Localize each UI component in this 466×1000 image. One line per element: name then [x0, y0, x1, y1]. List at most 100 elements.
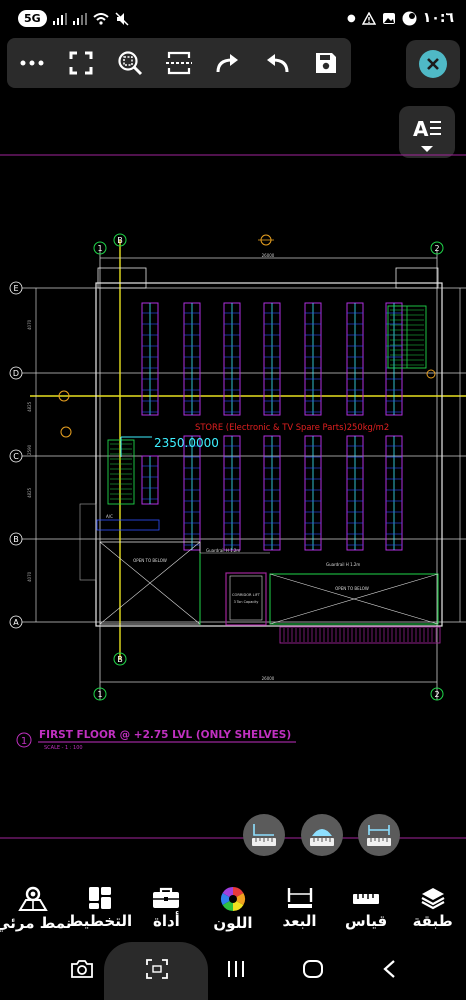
select-area-icon: [165, 51, 192, 75]
svg-text:OPEN TO BELOW: OPEN TO BELOW: [133, 558, 167, 563]
svg-text:3 Ton Capacity: 3 Ton Capacity: [234, 600, 259, 604]
grid-bubble: B: [113, 652, 127, 666]
save-button[interactable]: [309, 46, 343, 80]
measure-arc-icon: [310, 829, 334, 846]
svg-text:E: E: [13, 284, 18, 293]
svg-text:CORRIDOR LIFT: CORRIDOR LIFT: [232, 593, 261, 597]
grid-bubble: E: [9, 281, 23, 295]
svg-text:1: 1: [97, 244, 102, 253]
measure-arc-button[interactable]: [301, 814, 343, 856]
svg-text:OPEN TO BELOW: OPEN TO BELOW: [335, 586, 369, 591]
shelf-rack: [304, 435, 322, 551]
mute-icon: [115, 11, 129, 26]
open-to-below-1: OPEN TO BELOW: [99, 541, 201, 625]
left-dim: 4825: [27, 401, 32, 412]
zoom-icon: [118, 51, 142, 76]
svg-text:2: 2: [434, 244, 439, 253]
toolbar: [7, 38, 351, 88]
menu-visual-style[interactable]: نمط مرئي: [0, 886, 71, 932]
dimension-icon: [287, 888, 312, 908]
status-left: 5G: [18, 10, 129, 27]
layers-icon: [421, 888, 445, 910]
menu-layout[interactable]: التخطيط: [67, 886, 133, 930]
svg-text:D: D: [13, 369, 19, 378]
shelf-rack: [304, 302, 322, 416]
shelf-rack: [263, 302, 281, 416]
more-button[interactable]: [15, 46, 49, 80]
measure-length-button[interactable]: [358, 814, 400, 856]
shelf-rack: [346, 435, 364, 551]
shelf-rack: [346, 302, 364, 416]
redo-icon: [216, 54, 239, 73]
shelf-rack: [385, 435, 403, 551]
close-button[interactable]: [406, 40, 460, 88]
svg-text:2: 2: [434, 690, 439, 699]
measure-area-button[interactable]: [243, 814, 285, 856]
staircase: [107, 305, 427, 505]
shelf-rack: [141, 455, 159, 505]
title-number: 1: [21, 736, 27, 747]
status-right: ● ١٠:٦: [347, 10, 454, 26]
menu-label: التخطيط: [67, 912, 133, 930]
undo-icon: [267, 54, 289, 73]
grid-bubble: A: [9, 615, 23, 629]
ruler-icon: [353, 894, 380, 904]
signal-icon: [72, 12, 87, 25]
lift: CORRIDOR LIFT 3 Ton Capacity: [225, 572, 267, 626]
undo-button[interactable]: [260, 46, 294, 80]
grid-bubble: C: [9, 449, 23, 463]
menu-label: اللون: [213, 914, 253, 932]
redo-button[interactable]: [211, 46, 245, 80]
svg-text:B: B: [13, 535, 19, 544]
camera-icon[interactable]: [70, 958, 94, 980]
status-circle-icon: [402, 11, 417, 25]
grid-bubble: 2: [430, 687, 444, 701]
shelf-rack: [141, 302, 159, 416]
grid-bubble: 1: [93, 241, 107, 255]
grid-bubble: B: [113, 233, 127, 247]
menu-label: أداة: [152, 912, 180, 930]
balcony-hatch: [279, 626, 441, 644]
left-dim: 4070: [27, 571, 32, 582]
close-icon: [419, 50, 447, 78]
drawing-canvas[interactable]: 26000 26000 4070 4825 2590 4825 4070 E D…: [0, 90, 466, 880]
clock: ١٠:٦: [422, 10, 454, 26]
shelf-rack: [223, 435, 241, 551]
shelf-rack: [263, 435, 281, 551]
select-area-button[interactable]: [162, 46, 196, 80]
menu-dimension[interactable]: البعد: [269, 886, 331, 930]
zoom-button[interactable]: [113, 46, 147, 80]
store-label: STORE (Electronic & TV Spare Parts)250kg…: [195, 422, 389, 432]
measure-length-icon: [367, 825, 391, 846]
menu-measure[interactable]: قياس: [335, 886, 397, 930]
bottom-menu: طبقة قياس البعد اللون أداة التخطيط نمط م…: [0, 880, 466, 942]
menu-label: نمط مرئي: [0, 914, 72, 932]
menu-tool[interactable]: أداة: [135, 886, 197, 930]
visual-style-icon: [18, 886, 49, 911]
menu-label: قياس: [344, 912, 388, 930]
recents-icon[interactable]: [226, 958, 246, 980]
warning-icon: [361, 11, 376, 25]
svg-text:B: B: [117, 236, 123, 245]
back-icon[interactable]: [380, 958, 398, 980]
open-to-below-2: OPEN TO BELOW: [269, 573, 439, 625]
screen-capture-icon[interactable]: [145, 958, 169, 980]
grid-bubble: 1: [93, 687, 107, 701]
grid-bubble: 2: [430, 241, 444, 255]
wifi-icon: [93, 12, 109, 25]
signal-icon: [52, 12, 67, 25]
section-marker: [58, 234, 436, 438]
menu-color[interactable]: اللون: [202, 886, 264, 932]
dim-bottom: 26000: [262, 676, 275, 681]
menu-layers[interactable]: طبقة: [402, 886, 464, 930]
svg-text:A: A: [13, 618, 19, 627]
fullscreen-button[interactable]: [64, 46, 98, 80]
shelf-rack: [183, 435, 201, 551]
guardrail-label: Guardrail H 1.2m: [326, 562, 360, 567]
left-dim: 2590: [27, 444, 32, 455]
color-wheel-icon: [220, 887, 245, 911]
status-dot-icon: ●: [347, 12, 356, 24]
shelf-rack: [183, 302, 201, 416]
guardrail-label: Guardrail H 1.2m: [206, 548, 240, 553]
home-icon[interactable]: [302, 958, 324, 980]
